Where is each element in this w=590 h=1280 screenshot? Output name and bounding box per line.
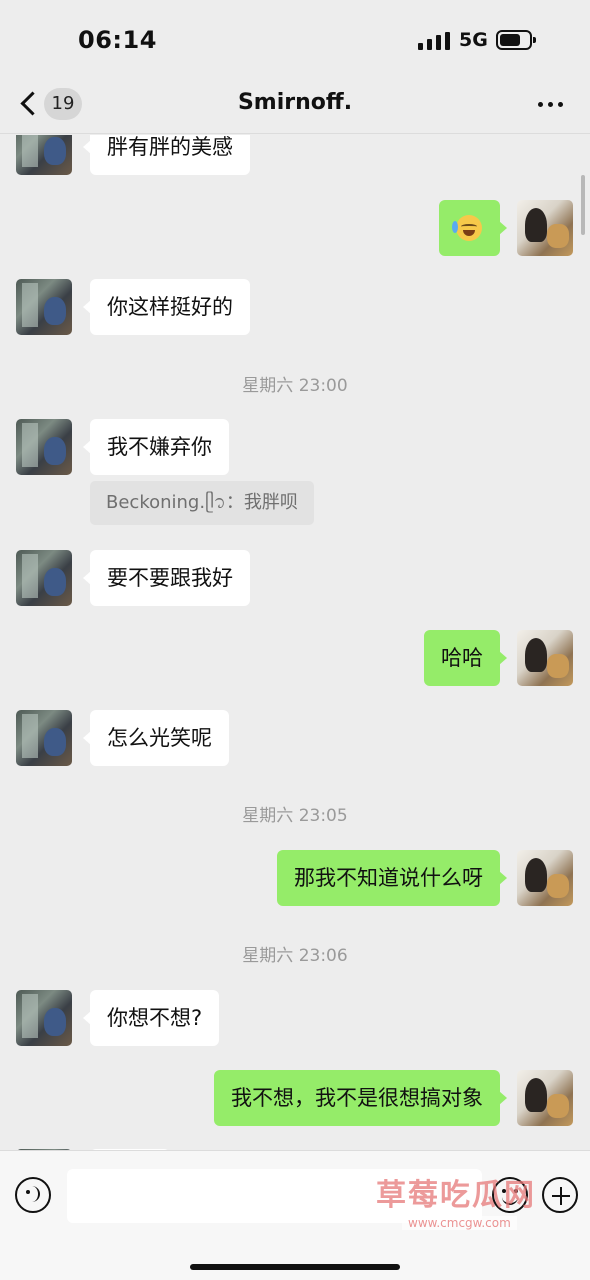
message-bubble-outgoing[interactable]: 我不想，我不是很想搞对象 [214, 1070, 507, 1126]
plus-icon[interactable] [542, 1177, 578, 1213]
contact-avatar[interactable] [16, 135, 72, 175]
message-bubble-outgoing[interactable]: 那我不知道说什么呀 [277, 850, 507, 906]
self-avatar[interactable] [517, 200, 573, 256]
message-bubble-incoming[interactable]: 怎么光笑呢 [83, 710, 229, 766]
message-bubble-outgoing[interactable]: 哈哈 [424, 630, 507, 686]
message-list[interactable]: 胖有胖的美感 你这样挺好的 星期六 23:00 我不嫌弃你 Beckoning.… [0, 135, 590, 1150]
contact-avatar[interactable] [16, 419, 72, 475]
voice-icon[interactable] [15, 1177, 51, 1213]
signal-icon [418, 32, 450, 50]
message-bubble-incoming[interactable]: 要不要跟我好 [83, 550, 250, 606]
message-timestamp: 星期六 23:06 [242, 946, 348, 966]
message-input[interactable] [67, 1169, 482, 1223]
self-avatar[interactable] [517, 630, 573, 686]
message-bubble-outgoing[interactable] [439, 200, 507, 256]
self-avatar[interactable] [517, 850, 573, 906]
quoted-message[interactable]: Beckoning.ᥫ᭡：我胖呗 [90, 481, 314, 525]
contact-avatar[interactable] [16, 710, 72, 766]
message-timestamp: 星期六 23:00 [242, 376, 348, 396]
self-avatar[interactable] [517, 1070, 573, 1126]
crying-laughing-emoji-icon [452, 215, 482, 241]
status-bar: 06:14 5G [0, 0, 590, 78]
contact-avatar[interactable] [16, 990, 72, 1046]
contact-avatar[interactable] [16, 279, 72, 335]
scrollbar[interactable] [581, 175, 585, 235]
emoji-icon[interactable] [492, 1177, 528, 1213]
input-bar [0, 1150, 590, 1280]
status-time: 06:14 [78, 26, 157, 54]
battery-icon [496, 30, 536, 50]
message-bubble-incoming[interactable]: 你想不想? [82, 990, 220, 1046]
contact-avatar[interactable] [16, 550, 72, 606]
home-indicator[interactable] [190, 1264, 400, 1270]
chat-title: Smirnoff. [237, 90, 353, 115]
more-button[interactable] [538, 102, 564, 108]
message-timestamp: 星期六 23:05 [242, 806, 348, 826]
message-bubble-incoming[interactable]: 我不嫌弃你 [83, 419, 229, 475]
message-bubble-incoming[interactable]: 胖有胖的美感 [83, 135, 250, 175]
chat-header: 19 Smirnoff. [0, 78, 590, 134]
message-bubble-incoming[interactable]: 你这样挺好的 [83, 279, 250, 335]
network-label: 5G [459, 29, 488, 51]
